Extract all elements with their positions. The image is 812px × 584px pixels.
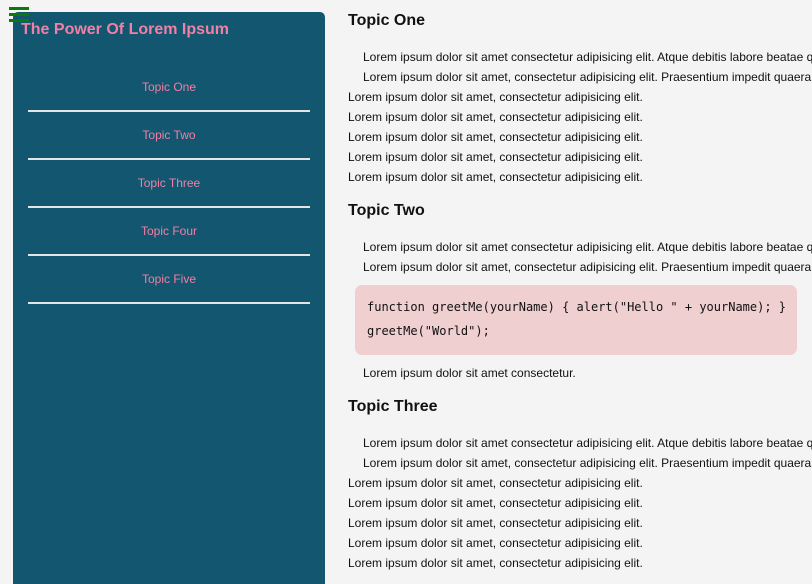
topic-two-heading: Topic Two (348, 202, 425, 219)
topic-two-paragraph-1: Lorem ipsum dolor sit amet consectetur a… (363, 240, 812, 254)
topic-three-list-item: Lorem ipsum dolor sit amet, consectetur … (348, 476, 643, 490)
topic-three-list-item: Lorem ipsum dolor sit amet, consectetur … (348, 516, 643, 530)
hamburger-bar (9, 19, 29, 22)
topic-one-paragraph-2: Lorem ipsum dolor sit amet, consectetur … (363, 70, 812, 84)
code-line: function greetMe(yourName) { alert("Hell… (367, 300, 787, 314)
topic-two-paragraph-3: Lorem ipsum dolor sit amet consectetur. (363, 366, 576, 380)
topic-one-list-item: Lorem ipsum dolor sit amet, consectetur … (348, 130, 643, 144)
sidebar-item-topic-five[interactable]: Topic Five (28, 256, 310, 304)
topic-one-paragraph-1: Lorem ipsum dolor sit amet consectetur a… (363, 50, 812, 64)
topic-one-list-item: Lorem ipsum dolor sit amet, consectetur … (348, 90, 643, 104)
sidebar-item-topic-three[interactable]: Topic Three (28, 160, 310, 208)
topic-three-list-item: Lorem ipsum dolor sit amet, consectetur … (348, 536, 643, 550)
topic-one-list-item: Lorem ipsum dolor sit amet, consectetur … (348, 170, 643, 184)
sidebar-item-topic-two[interactable]: Topic Two (28, 112, 310, 160)
code-block: function greetMe(yourName) { alert("Hell… (355, 285, 797, 355)
topic-one-list-item: Lorem ipsum dolor sit amet, consectetur … (348, 150, 643, 164)
hamburger-bar (9, 13, 29, 16)
topic-three-list-item: Lorem ipsum dolor sit amet, consectetur … (348, 496, 643, 510)
sidebar: The Power Of Lorem Ipsum Topic One Topic… (13, 12, 325, 584)
main-content: Topic One Lorem ipsum dolor sit amet con… (348, 0, 812, 584)
sidebar-item-topic-one[interactable]: Topic One (28, 64, 310, 112)
topic-three-list-item: Lorem ipsum dolor sit amet, consectetur … (348, 556, 643, 570)
topic-three-heading: Topic Three (348, 398, 438, 415)
topic-three-paragraph-2: Lorem ipsum dolor sit amet, consectetur … (363, 456, 812, 470)
code-line: greetMe("World"); (367, 324, 490, 338)
topic-one-list-item: Lorem ipsum dolor sit amet, consectetur … (348, 110, 643, 124)
topic-one-heading: Topic One (348, 12, 426, 29)
topic-three-paragraph-1: Lorem ipsum dolor sit amet consectetur a… (363, 436, 812, 450)
topic-two-paragraph-2: Lorem ipsum dolor sit amet, consectetur … (363, 260, 812, 274)
sidebar-nav: Topic One Topic Two Topic Three Topic Fo… (28, 64, 310, 304)
hamburger-menu-icon[interactable] (9, 7, 29, 22)
sidebar-title: The Power Of Lorem Ipsum (21, 21, 230, 38)
hamburger-bar (9, 7, 29, 10)
sidebar-item-topic-four[interactable]: Topic Four (28, 208, 310, 256)
